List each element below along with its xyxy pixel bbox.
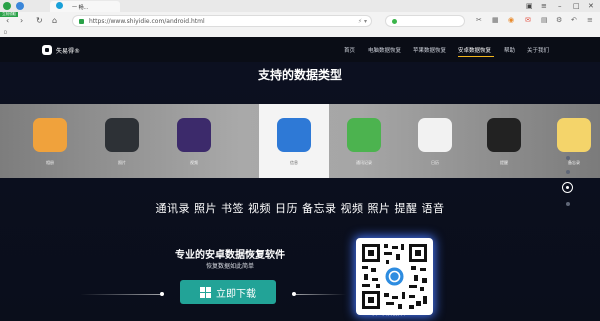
carousel-card-label: 提醒 bbox=[500, 160, 508, 165]
carousel-card[interactable]: 相册 bbox=[15, 104, 85, 178]
nav-apple-recovery[interactable]: 苹果数据恢复 bbox=[413, 46, 446, 54]
telegram-icon[interactable] bbox=[16, 2, 24, 10]
nav-help[interactable]: 帮助 bbox=[504, 46, 515, 54]
cut-icon[interactable]: ✂ bbox=[476, 15, 482, 25]
maximize-icon[interactable]: □ bbox=[573, 2, 580, 10]
extension-icon[interactable]: ▦ bbox=[492, 15, 499, 25]
carousel-card-label: 照片 bbox=[118, 160, 126, 165]
nav-home[interactable]: 首页 bbox=[344, 46, 355, 54]
calendar-icon bbox=[418, 118, 452, 152]
types-list: 通讯录 照片 书签 视频 日历 备忘录 视频 照片 提醒 语音 bbox=[155, 202, 445, 215]
address-bar[interactable]: https://www.shiyidie.com/android.html ⚡ … bbox=[72, 15, 372, 27]
download-label: 立即下载 bbox=[216, 288, 256, 300]
more-icon[interactable]: ≡ bbox=[587, 15, 593, 25]
carousel-card-label: 视频 bbox=[190, 160, 198, 165]
navigation-bar: ‹ › ↻ ⌂ https://www.shiyidie.com/android… bbox=[0, 13, 600, 29]
address-url: https://www.shiyidie.com/android.html bbox=[89, 18, 205, 25]
logo-icon bbox=[42, 45, 52, 55]
windows-icon bbox=[200, 286, 211, 298]
tab-favicon-icon bbox=[56, 2, 63, 9]
minimize-icon[interactable]: – bbox=[558, 2, 562, 10]
decor-bullet-left bbox=[160, 292, 164, 296]
carousel-card[interactable]: 日历 bbox=[400, 104, 470, 178]
home-icon[interactable]: ⌂ bbox=[52, 16, 57, 26]
nav-pc-recovery[interactable]: 电脑数据恢复 bbox=[368, 46, 401, 54]
download-button[interactable]: 立即下载 bbox=[180, 280, 276, 304]
nav-android-recovery[interactable]: 安卓数据恢复 bbox=[458, 46, 491, 54]
carousel-card[interactable]: 通讯记录 bbox=[329, 104, 399, 178]
pager-dot[interactable] bbox=[566, 156, 570, 160]
browser-chrome: 一 畅... ▣ ≡ – □ ✕ 立刻领取 ‹ › ↻ ⌂ https://ww… bbox=[0, 0, 600, 37]
carousel-card[interactable]: 备忘录 bbox=[539, 104, 600, 178]
section-title: 支持的数据类型 bbox=[257, 68, 342, 82]
carousel-card-label: 备忘录 bbox=[568, 160, 580, 165]
nav-about[interactable]: 关于我们 bbox=[527, 46, 549, 54]
pager-dot-active[interactable] bbox=[562, 182, 573, 193]
tab-title: 一 畅... bbox=[72, 5, 89, 11]
pager-dot[interactable] bbox=[566, 170, 570, 174]
notes-icon bbox=[557, 118, 591, 152]
menu-icon[interactable]: ≡ bbox=[541, 2, 547, 10]
gift-icon[interactable]: ◉ bbox=[508, 15, 514, 25]
logo-text: 失易得® bbox=[56, 47, 81, 55]
carousel-card-label: 信息 bbox=[290, 160, 298, 165]
decor-line-right bbox=[296, 294, 346, 295]
photos-icon bbox=[33, 118, 67, 152]
message-icon bbox=[277, 118, 311, 152]
carousel-card[interactable]: 信息 bbox=[259, 104, 329, 178]
refresh-icon[interactable]: ↻ bbox=[36, 16, 43, 26]
address-actions-icon[interactable]: ⚡ ▾ bbox=[358, 18, 367, 25]
data-types-section bbox=[0, 62, 600, 321]
search-engine-icon bbox=[392, 19, 397, 24]
search-box[interactable] bbox=[385, 15, 465, 27]
carousel-card[interactable]: 照片 bbox=[87, 104, 157, 178]
nav-active-underline bbox=[458, 56, 494, 57]
video-icon bbox=[177, 118, 211, 152]
mail-icon[interactable]: ✉ bbox=[525, 15, 531, 25]
qr-label: 扫一扫安装安卓APP bbox=[372, 311, 417, 317]
clock-icon bbox=[487, 118, 521, 152]
carousel-card-label: 日历 bbox=[431, 160, 439, 165]
decor-line-left bbox=[80, 294, 160, 295]
settings-icon[interactable]: ⚙ bbox=[556, 15, 562, 25]
carousel-card[interactable]: 视频 bbox=[159, 104, 229, 178]
qr-code bbox=[356, 238, 433, 315]
secure-lock-icon bbox=[79, 19, 84, 24]
undo-icon[interactable]: ↶ bbox=[571, 15, 577, 25]
bookmark-item[interactable]: D bbox=[4, 30, 7, 35]
carousel-card[interactable]: 提醒 bbox=[469, 104, 539, 178]
bookmarks-bar: D bbox=[0, 29, 600, 37]
carousel-card-label: 相册 bbox=[46, 160, 54, 165]
tab-bar: 一 畅... ▣ ≡ – □ ✕ bbox=[0, 0, 600, 12]
site-logo[interactable]: 失易得® bbox=[42, 45, 80, 55]
browser-logo-icon[interactable] bbox=[3, 2, 11, 10]
phone-icon bbox=[347, 118, 381, 152]
back-icon[interactable]: ‹ bbox=[6, 16, 9, 26]
camera-icon bbox=[105, 118, 139, 152]
qr-code-image bbox=[362, 244, 427, 309]
skin-icon[interactable]: ▣ bbox=[526, 2, 533, 10]
promo-title: 专业的安卓数据恢复软件 bbox=[175, 250, 285, 261]
forward-icon[interactable]: › bbox=[20, 16, 23, 26]
tab-active[interactable]: 一 畅... bbox=[50, 1, 120, 12]
carousel-card-label: 通讯记录 bbox=[356, 160, 372, 165]
close-icon[interactable]: ✕ bbox=[588, 2, 594, 10]
grid-icon[interactable]: ▤ bbox=[541, 15, 548, 25]
promo-subtitle: 恢复数据如此简单 bbox=[205, 263, 254, 270]
